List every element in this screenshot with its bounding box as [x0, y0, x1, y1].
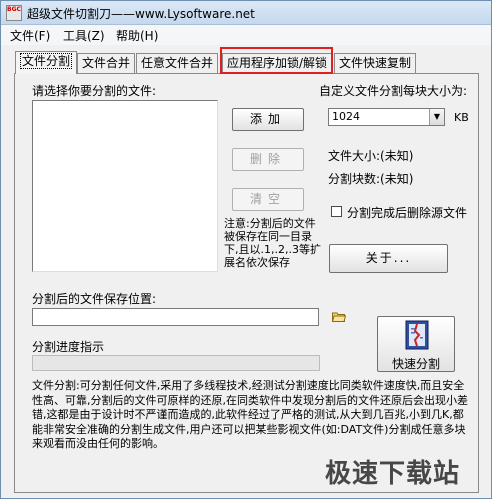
tab-any-file-merge[interactable]: 任意文件合并	[136, 53, 219, 73]
menu-bar: 文件(F) 工具(Z) 帮助(H)	[1, 25, 491, 45]
chevron-down-icon[interactable]: ▼	[429, 109, 444, 125]
custom-size-label: 自定义文件分割每块大小为:	[319, 84, 468, 98]
menu-file[interactable]: 文件(F)	[10, 27, 50, 44]
menu-tools[interactable]: 工具(Z)	[63, 27, 105, 44]
progress-label: 分割进度指示	[32, 340, 105, 354]
block-size-value: 1024	[332, 110, 360, 123]
clear-button[interactable]: 清空	[232, 188, 304, 211]
quick-split-label: 快速分割	[391, 357, 440, 371]
file-split-icon	[405, 320, 429, 350]
delete-source-label[interactable]: 分割完成后删除源文件	[347, 204, 467, 221]
title-bar[interactable]: BGC 超级文件切割刀——www.Lysoftware.net	[1, 1, 491, 25]
select-files-label: 请选择你要分割的文件:	[32, 84, 157, 98]
tab-app-lock-unlock[interactable]: 应用程序加锁/解锁	[222, 53, 333, 73]
watermark-logo: 极速下载站	[325, 459, 461, 489]
add-button[interactable]: 添加	[232, 108, 304, 131]
block-count-text: 分割块数:(未知)	[328, 172, 414, 186]
block-size-select[interactable]: 1024 ▼	[328, 108, 445, 126]
about-button[interactable]: 关于...	[329, 244, 448, 273]
app-icon: BGC	[6, 5, 22, 21]
file-size-text: 文件大小:(未知)	[328, 149, 414, 163]
size-unit-label: KB	[454, 111, 469, 124]
file-list[interactable]	[32, 100, 218, 272]
folder-open-icon[interactable]	[332, 311, 346, 322]
split-progress-bar	[32, 355, 320, 371]
save-location-label: 分割后的文件保存位置:	[32, 292, 157, 306]
window-title: 超级文件切割刀——www.Lysoftware.net	[27, 7, 255, 21]
save-location-input[interactable]	[32, 308, 319, 326]
tab-file-split[interactable]: 文件分割	[15, 51, 78, 74]
tab-fast-copy[interactable]: 文件快速复制	[334, 53, 417, 73]
delete-button[interactable]: 删除	[232, 148, 304, 171]
menu-help[interactable]: 帮助(H)	[116, 27, 158, 44]
note-text: 注意:分割后的文件被保存在同一目录下,且以.1,.2,.3等扩展名依次保存	[224, 217, 321, 269]
delete-source-checkbox[interactable]	[331, 206, 342, 217]
main-window: BGC 超级文件切割刀——www.Lysoftware.net 文件(F) 工具…	[0, 0, 492, 499]
feature-description: 文件分割:可分割任何文件,采用了多线程技术,经测试分割速度比同类软件速度快,而且…	[32, 379, 468, 450]
quick-split-button[interactable]: 快速分割	[377, 316, 455, 372]
tab-file-merge[interactable]: 文件合并	[77, 53, 136, 73]
